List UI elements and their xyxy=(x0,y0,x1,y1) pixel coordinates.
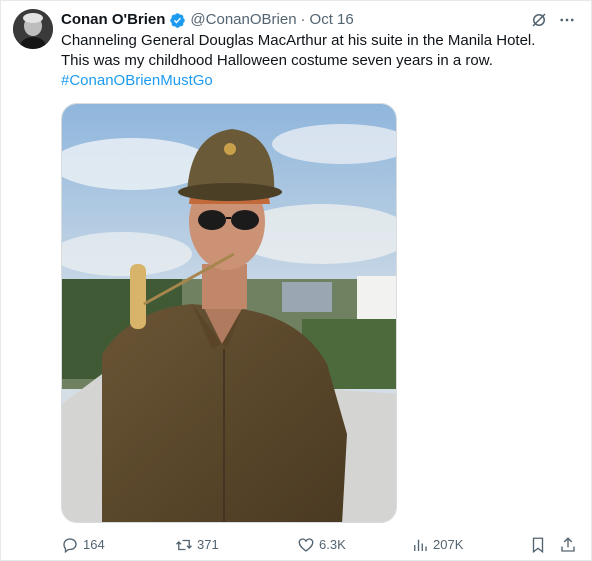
share-button[interactable] xyxy=(559,533,577,557)
author-handle[interactable]: @ConanOBrien xyxy=(190,10,296,30)
bookmark-icon xyxy=(532,537,544,554)
bookmark-button[interactable] xyxy=(529,533,547,557)
views-button[interactable]: 207K xyxy=(411,533,463,557)
more-icon[interactable] xyxy=(557,10,577,30)
tweet-text-line-2: This was my childhood Halloween costume … xyxy=(61,52,493,69)
share-icon xyxy=(561,537,575,552)
like-button[interactable]: 6.3K xyxy=(297,533,346,557)
action-bar: 164 371 6.3K 207K xyxy=(61,533,583,557)
views-count: 207K xyxy=(433,537,464,552)
tweet-date[interactable]: Oct 16 xyxy=(310,10,354,30)
grok-icon[interactable] xyxy=(529,10,549,30)
verified-badge-icon xyxy=(169,12,186,29)
author-name[interactable]: Conan O'Brien xyxy=(61,10,165,30)
repost-button[interactable]: 371 xyxy=(175,533,219,557)
reply-count: 164 xyxy=(83,537,105,552)
heart-icon xyxy=(298,538,314,552)
tweet-text-line-1: Channeling General Douglas MacArthur at … xyxy=(61,32,536,49)
reply-icon xyxy=(63,538,77,554)
tweet-photo[interactable] xyxy=(61,103,397,523)
views-chart-icon xyxy=(414,539,427,551)
repost-count: 371 xyxy=(197,537,219,552)
separator-dot: · xyxy=(300,11,306,28)
avatar[interactable] xyxy=(13,9,53,49)
tweet-card[interactable]: Conan O'Brien @ConanOBrien · Oct 16 Chan… xyxy=(0,0,592,561)
repost-icon xyxy=(176,539,192,551)
hashtag-link[interactable]: #ConanOBrienMustGo xyxy=(61,71,581,91)
tweet-header: Conan O'Brien @ConanOBrien · Oct 16 xyxy=(61,10,577,30)
like-count: 6.3K xyxy=(319,537,346,552)
reply-button[interactable]: 164 xyxy=(61,533,105,557)
tweet-text: Channeling General Douglas MacArthur at … xyxy=(61,31,581,91)
